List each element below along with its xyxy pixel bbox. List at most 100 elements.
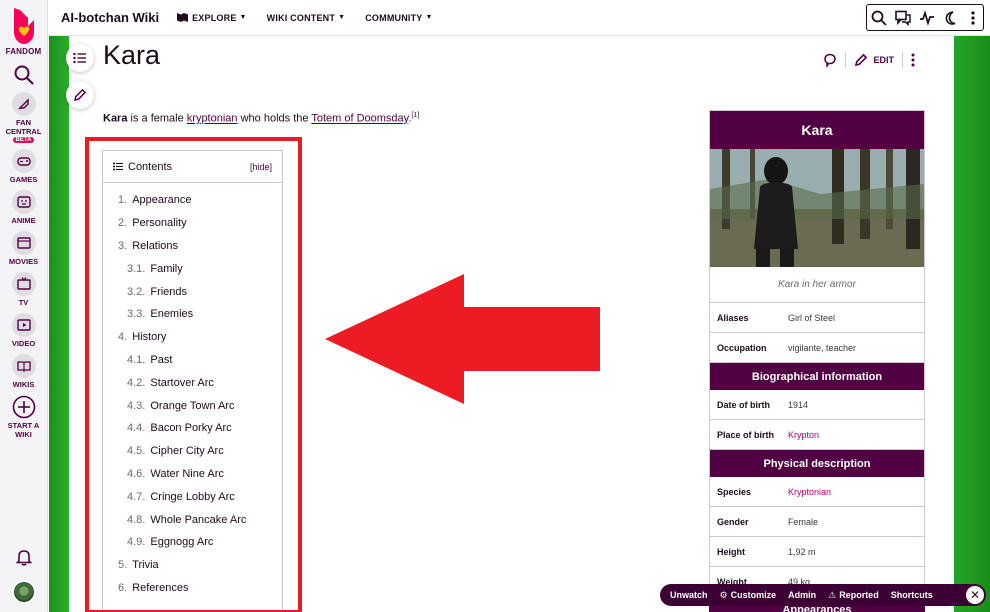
- kryptonian-link[interactable]: kryptonian: [187, 113, 238, 125]
- infobox-row: Date of birth 1914: [710, 390, 924, 420]
- search-icon: [871, 10, 887, 26]
- nav-item-label: VIDEO: [12, 339, 35, 348]
- infobox-image[interactable]: [710, 149, 924, 267]
- kebab-menu-icon: [971, 10, 975, 25]
- menu-explore-label: EXPLORE: [192, 12, 237, 23]
- nav-item-label: WIKIS: [13, 380, 35, 389]
- infobox-row-label: Species: [717, 486, 752, 497]
- discussions-button[interactable]: [891, 5, 915, 30]
- anime-icon: [11, 190, 36, 214]
- unwatch-button[interactable]: Unwatch: [670, 590, 708, 600]
- rocket-icon: [11, 92, 36, 116]
- infobox-row: Occupation vigilante, teacher: [710, 333, 924, 363]
- pencil-icon: [855, 53, 868, 67]
- infobox-row-value: Girl of Steel: [788, 312, 836, 323]
- moon-icon: [945, 10, 956, 25]
- menu-community[interactable]: COMMUNITY ▼: [365, 13, 432, 23]
- nav-item-start-a-wiki[interactable]: START A WIKI: [6, 395, 42, 439]
- totem-of-doomsday-link[interactable]: Totem of Doomsday: [311, 113, 408, 125]
- edit-button[interactable]: EDIT: [854, 53, 894, 67]
- edit-label: EDIT: [873, 55, 894, 65]
- reported-label: Reported: [839, 590, 879, 600]
- infobox-row-label: Aliases: [717, 312, 749, 323]
- menu-wiki-content[interactable]: WIKI CONTENT ▼: [267, 13, 346, 23]
- close-icon[interactable]: ✕: [966, 586, 984, 604]
- notifications-bell-icon[interactable]: [15, 548, 32, 566]
- kebab-menu-icon[interactable]: [911, 53, 915, 67]
- shortcuts-button[interactable]: Shortcuts: [891, 590, 933, 600]
- user-avatar[interactable]: [11, 580, 36, 604]
- global-navigation: FANDOM FAN CENTRAL BETA GAMES ANIME MOVIES TV V…: [0, 0, 48, 612]
- intro-text: is a female: [127, 112, 187, 125]
- nav-item-anime[interactable]: ANIME: [6, 190, 42, 225]
- warning-icon: ⚠: [828, 589, 837, 600]
- chevron-down-icon: ▼: [425, 14, 433, 21]
- page-content: Kara EDIT Kara is a female kryptonian wh…: [66, 36, 953, 612]
- nav-item-fan-central[interactable]: FAN CENTRAL BETA: [5, 92, 42, 143]
- infobox-row: Height 1,92 m: [710, 537, 924, 567]
- comment-icon[interactable]: [823, 53, 837, 67]
- nav-item-wikis[interactable]: WIKIS: [6, 354, 42, 389]
- nav-item-label-line: CENTRAL: [5, 127, 42, 136]
- pencil-icon: [73, 88, 87, 102]
- nav-item-label-line: MOVIES: [8, 257, 39, 266]
- nav-item-label-line: START A: [7, 421, 40, 430]
- community-header: AI-botchan Wiki EXPLORE ▼ WIKI CONTENT ▼ C…: [49, 0, 990, 36]
- movie-icon: [11, 231, 36, 255]
- menu-wiki-content-label: WIKI CONTENT: [266, 12, 336, 23]
- unwatch-label: Unwatch: [670, 590, 708, 600]
- more-options-button[interactable]: [963, 5, 983, 30]
- reference-link[interactable]: [1]: [411, 112, 419, 119]
- activity-icon: [920, 9, 934, 26]
- infobox-row: Aliases Girl of Steel: [710, 303, 924, 333]
- gear-icon: ⚙: [719, 589, 728, 600]
- infobox-row-value: 1,92 m: [788, 546, 816, 557]
- discussions-icon: [895, 10, 911, 26]
- menu-explore[interactable]: EXPLORE ▼: [177, 13, 247, 23]
- wiki-title[interactable]: AI-botchan Wiki: [61, 10, 159, 25]
- dark-mode-button[interactable]: [939, 5, 963, 30]
- infobox: Kara Kara in her armor Aliases Girl of St…: [709, 110, 925, 598]
- search-icon[interactable]: [13, 64, 35, 86]
- tv-icon: [11, 272, 36, 296]
- nav-item-label: GAMES: [10, 175, 38, 184]
- nav-item-video[interactable]: VIDEO: [6, 313, 42, 348]
- customize-button[interactable]: ⚙ Customize: [720, 590, 777, 601]
- nav-item-tv[interactable]: TV: [6, 272, 42, 307]
- activity-button[interactable]: [915, 5, 939, 30]
- nav-item-label-line: TV: [18, 298, 29, 307]
- nav-item-label: ANIME: [11, 216, 35, 225]
- video-icon: [11, 313, 36, 337]
- forest-scene-image: [710, 149, 924, 267]
- infobox-row: Gender Female: [710, 507, 924, 537]
- infobox-row-label: Height: [717, 546, 745, 557]
- infobox-row: Species Kryptonian: [710, 477, 924, 507]
- infobox-row-value[interactable]: Kryptonian: [788, 487, 831, 497]
- intro-paragraph: Kara is a female kryptonian who holds th…: [103, 112, 419, 125]
- red-arrow-annotation: [325, 274, 600, 404]
- infobox-row-label: Gender: [717, 516, 749, 527]
- background-left: [49, 36, 69, 612]
- intro-subject: Kara: [103, 112, 128, 125]
- gamepad-icon: [11, 149, 36, 173]
- admin-button[interactable]: Admin: [788, 590, 816, 600]
- book-icon: [11, 354, 36, 378]
- nav-item-label-line: WIKI: [15, 430, 32, 439]
- infobox-row-value[interactable]: Krypton: [788, 430, 819, 440]
- nav-item-label: MOVIES: [9, 257, 38, 266]
- wiki-menu: EXPLORE ▼ WIKI CONTENT ▼ COMMUNITY ▼: [177, 13, 453, 23]
- fandom-label: FANDOM: [5, 47, 42, 56]
- customize-label: Customize: [730, 590, 777, 600]
- infobox-row-value: Female: [788, 516, 819, 527]
- reported-button[interactable]: ⚠ Reported: [828, 590, 879, 601]
- nav-item-label-line: FAN: [16, 118, 31, 127]
- nav-item-movies[interactable]: MOVIES: [6, 231, 42, 266]
- sticky-edit-button[interactable]: [66, 81, 94, 109]
- nav-item-games[interactable]: GAMES: [6, 149, 42, 184]
- toc-toggle-button[interactable]: [66, 44, 94, 72]
- search-button[interactable]: [867, 5, 891, 30]
- nav-item-label-line: WIKIS: [12, 380, 35, 389]
- shortcuts-label: Shortcuts: [890, 590, 933, 600]
- fandom-logo-icon[interactable]: [9, 6, 39, 46]
- divider: [902, 52, 903, 68]
